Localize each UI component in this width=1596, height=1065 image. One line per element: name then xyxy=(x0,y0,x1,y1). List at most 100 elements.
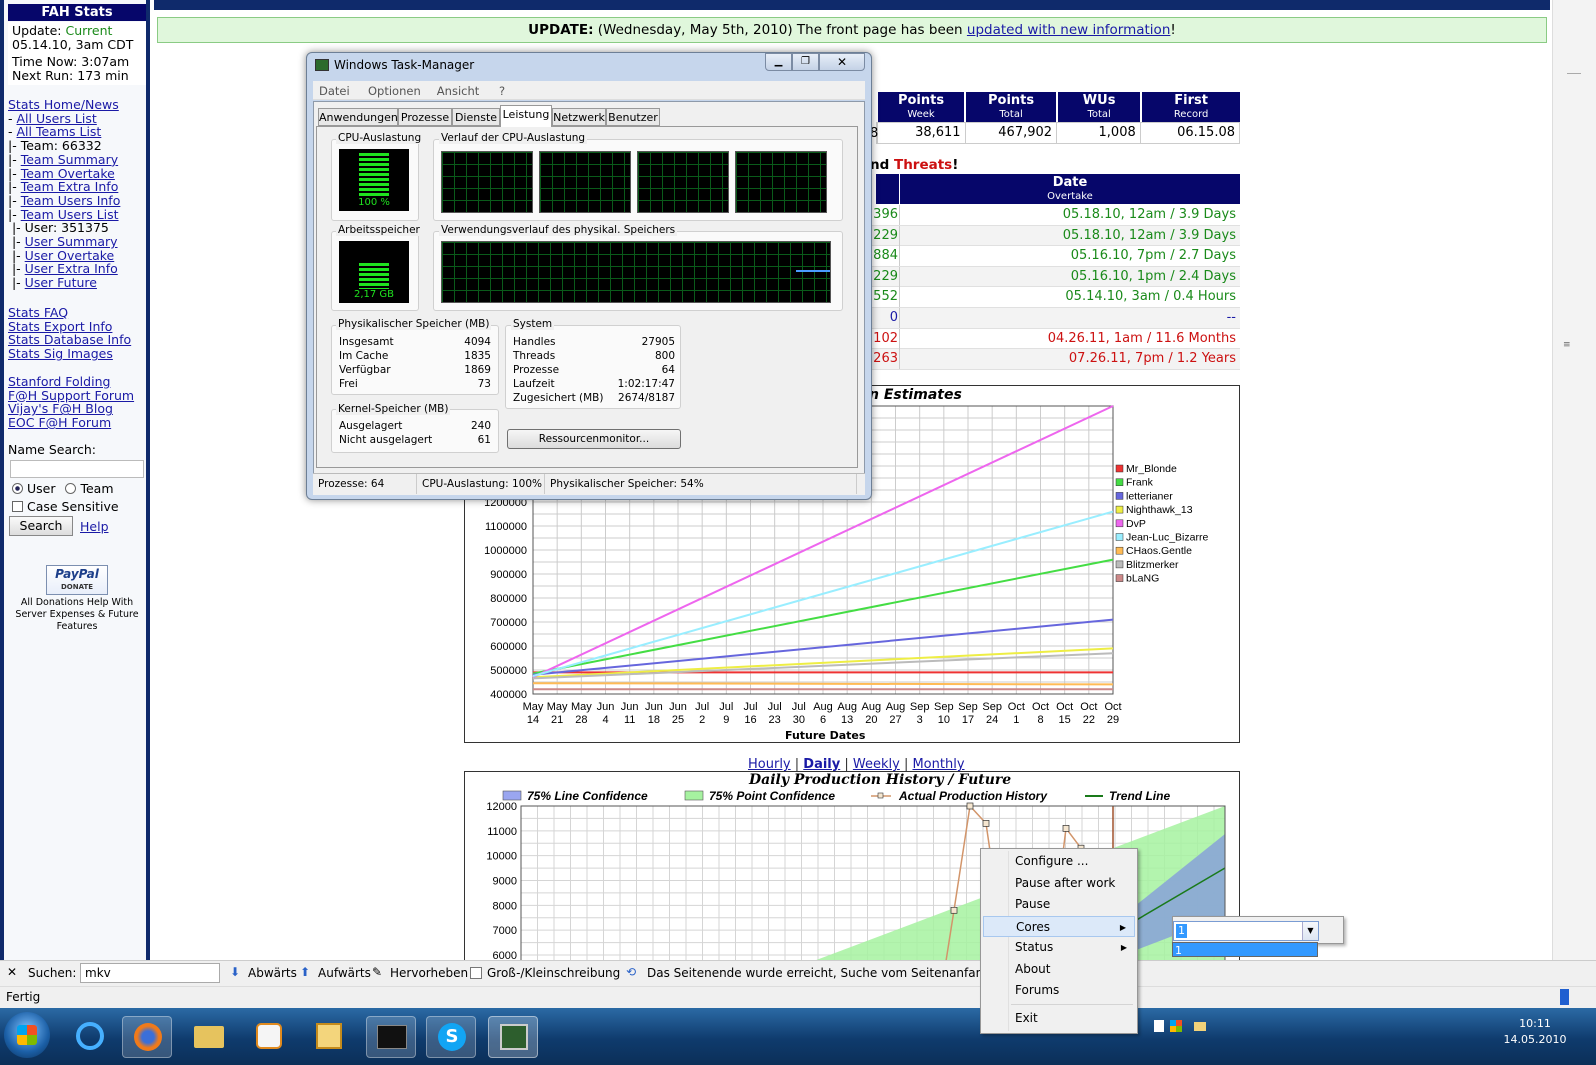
restore-icon[interactable]: ❐ xyxy=(792,53,819,71)
command-prompt-icon[interactable] xyxy=(366,1016,416,1058)
find-up-icon[interactable]: ⬆ xyxy=(300,965,310,979)
media-player-icon[interactable] xyxy=(244,1016,294,1058)
tray-icon-1[interactable] xyxy=(1154,1020,1164,1032)
search-button[interactable]: Search xyxy=(9,516,73,536)
find-up-button[interactable]: Aufwärts xyxy=(318,966,371,980)
start-button[interactable] xyxy=(4,1012,50,1058)
menu-item-forums[interactable]: Forums xyxy=(983,980,1135,1001)
task-manager-taskbar-icon[interactable] xyxy=(488,1016,538,1058)
help-link[interactable]: Help xyxy=(80,519,109,534)
history-tab-separator: | xyxy=(899,757,913,772)
history-tab-hourly[interactable]: Hourly xyxy=(748,757,791,772)
legend-marker xyxy=(877,792,884,799)
tm-menu-datei[interactable]: Datei xyxy=(319,84,350,98)
find-input[interactable]: mkv xyxy=(80,963,220,983)
chevron-down-icon[interactable]: ▼ xyxy=(1302,922,1318,940)
history-tab-weekly[interactable]: Weekly xyxy=(853,757,900,772)
find-down-icon[interactable]: ⬇ xyxy=(230,965,240,979)
task-manager-window[interactable]: Windows Task-Manager ▁ ❐ ✕ Datei Optionen… xyxy=(306,52,872,500)
close-icon[interactable]: ✕ xyxy=(819,53,865,71)
find-case-checkbox[interactable] xyxy=(470,967,482,979)
y-tick-label: 600000 xyxy=(490,641,527,653)
skype-icon[interactable]: S xyxy=(426,1016,476,1058)
x-tick-label: Jul xyxy=(768,701,782,713)
taskbar-clock[interactable]: 10:11 14.05.2010 xyxy=(1500,1016,1570,1048)
y-tick-label: 500000 xyxy=(490,665,527,677)
case-sensitive-checkbox[interactable] xyxy=(12,501,23,512)
name-search-input[interactable] xyxy=(10,460,144,478)
highlight-icon[interactable]: ✎ xyxy=(372,965,382,979)
threat-divider xyxy=(899,349,900,370)
sidebar-link[interactable]: User Future xyxy=(25,275,97,290)
scrollbar-grip-icon[interactable]: ≡ xyxy=(1563,340,1571,350)
resource-monitor-button[interactable]: Ressourcenmonitor... xyxy=(507,429,681,449)
performance-panel: CPU-Auslastung 100 % Verlauf der CPU-Aus… xyxy=(316,126,858,468)
threat-left-value: 396 xyxy=(873,207,898,222)
y-tick-label: 700000 xyxy=(490,617,527,629)
menu-item-pause[interactable]: Pause xyxy=(983,894,1135,915)
internet-explorer-icon[interactable] xyxy=(64,1016,114,1058)
x-tick-label: 27 xyxy=(889,714,901,726)
case-sensitive-label: Case Sensitive xyxy=(26,499,119,514)
x-tick-label: 3 xyxy=(917,714,923,726)
menu-item-exit[interactable]: Exit xyxy=(983,1008,1135,1029)
threat-date: 05.18.10, 12am / 3.9 Days xyxy=(1062,227,1236,243)
firefox-icon[interactable] xyxy=(122,1016,172,1058)
find-highlight-button[interactable]: Hervorheben xyxy=(390,966,468,980)
menu-item-cores[interactable]: Cores ▶ xyxy=(983,916,1135,937)
tm-menu-ansicht[interactable]: Ansicht xyxy=(437,84,479,98)
sidebar-link[interactable]: Stats Sig Images xyxy=(8,346,113,361)
paypal-donate-button[interactable]: PayPal DONATE xyxy=(46,565,108,595)
cores-select[interactable]: 1 ▼ xyxy=(1173,921,1319,941)
tray-context-menu: Configure ... Pause after work Pause Cores ▶… xyxy=(980,848,1138,1034)
tab-leistung[interactable]: Leistung xyxy=(500,105,552,127)
history-tab-monthly[interactable]: Monthly xyxy=(912,757,964,772)
actual-production-point xyxy=(950,906,958,914)
kv-row: Handles 27905 xyxy=(513,335,675,349)
find-close-icon[interactable]: ✕ xyxy=(7,965,17,979)
x-tick-label: Oct xyxy=(1080,701,1097,713)
windows-taskbar: S 10:11 14.05.2010 xyxy=(0,1008,1596,1065)
vertical-scrollbar[interactable]: ≡ xyxy=(1552,0,1596,960)
radio-team[interactable] xyxy=(65,483,77,494)
radio-user[interactable] xyxy=(12,483,23,494)
kv-row: Threads 800 xyxy=(513,349,675,363)
cpu-history-graph-1 xyxy=(441,151,533,213)
find-down-button[interactable]: Abwärts xyxy=(248,966,297,980)
tm-menu-optionen[interactable]: Optionen xyxy=(368,84,421,98)
memory-gauge-fill xyxy=(359,263,389,289)
threats-heading-b: Threats xyxy=(893,157,953,173)
tray-flag-icon[interactable] xyxy=(1170,1020,1182,1032)
menu-item-pause-after-work[interactable]: Pause after work xyxy=(983,873,1135,894)
tm-menu-?[interactable]: ? xyxy=(499,84,505,98)
y-tick-label: 1000000 xyxy=(484,545,527,557)
threat-divider xyxy=(899,287,900,308)
tab-dienste[interactable]: Dienste xyxy=(452,108,500,126)
kv-row: Insgesamt 4094 xyxy=(339,335,491,349)
cpu-gauge: 100 % xyxy=(339,149,409,211)
x-tick-label: Jun xyxy=(645,701,663,713)
cpu-gauge-fill xyxy=(359,153,389,197)
update-banner-link[interactable]: updated with new information xyxy=(967,22,1170,38)
explorer-icon[interactable] xyxy=(184,1016,234,1058)
threat-row: 552 05.14.10, 3am / 0.4 Hours xyxy=(870,287,1240,308)
tab-netzwerk[interactable]: Netzwerk xyxy=(552,108,606,126)
outlook-icon[interactable] xyxy=(304,1016,354,1058)
memory-gauge-value: 2,17 GB xyxy=(353,289,395,300)
menu-item-configure[interactable]: Configure ... xyxy=(983,851,1135,872)
x-tick-label: 25 xyxy=(672,714,684,726)
minimize-icon[interactable]: ▁ xyxy=(765,53,792,71)
tab-prozesse[interactable]: Prozesse xyxy=(398,108,452,126)
tab-benutzer[interactable]: Benutzer xyxy=(606,108,660,126)
history-tab-daily[interactable]: Daily xyxy=(803,757,840,772)
sidebar-link[interactable]: EOC F@H Forum xyxy=(8,415,111,430)
menu-item-status[interactable]: Status ▶ xyxy=(983,937,1135,958)
x-tick-label: 30 xyxy=(793,714,805,726)
threat-row: 263 07.26.11, 7pm / 1.2 Years xyxy=(870,349,1240,370)
kv-row: Frei 73 xyxy=(339,377,491,391)
tray-mail-icon[interactable] xyxy=(1194,1022,1206,1031)
x-tick-label: Aug xyxy=(886,701,906,713)
menu-item-about[interactable]: About xyxy=(983,959,1135,980)
tab-anwendungen[interactable]: Anwendungen xyxy=(318,108,398,126)
cores-dropdown-option[interactable]: 1 xyxy=(1172,942,1318,957)
